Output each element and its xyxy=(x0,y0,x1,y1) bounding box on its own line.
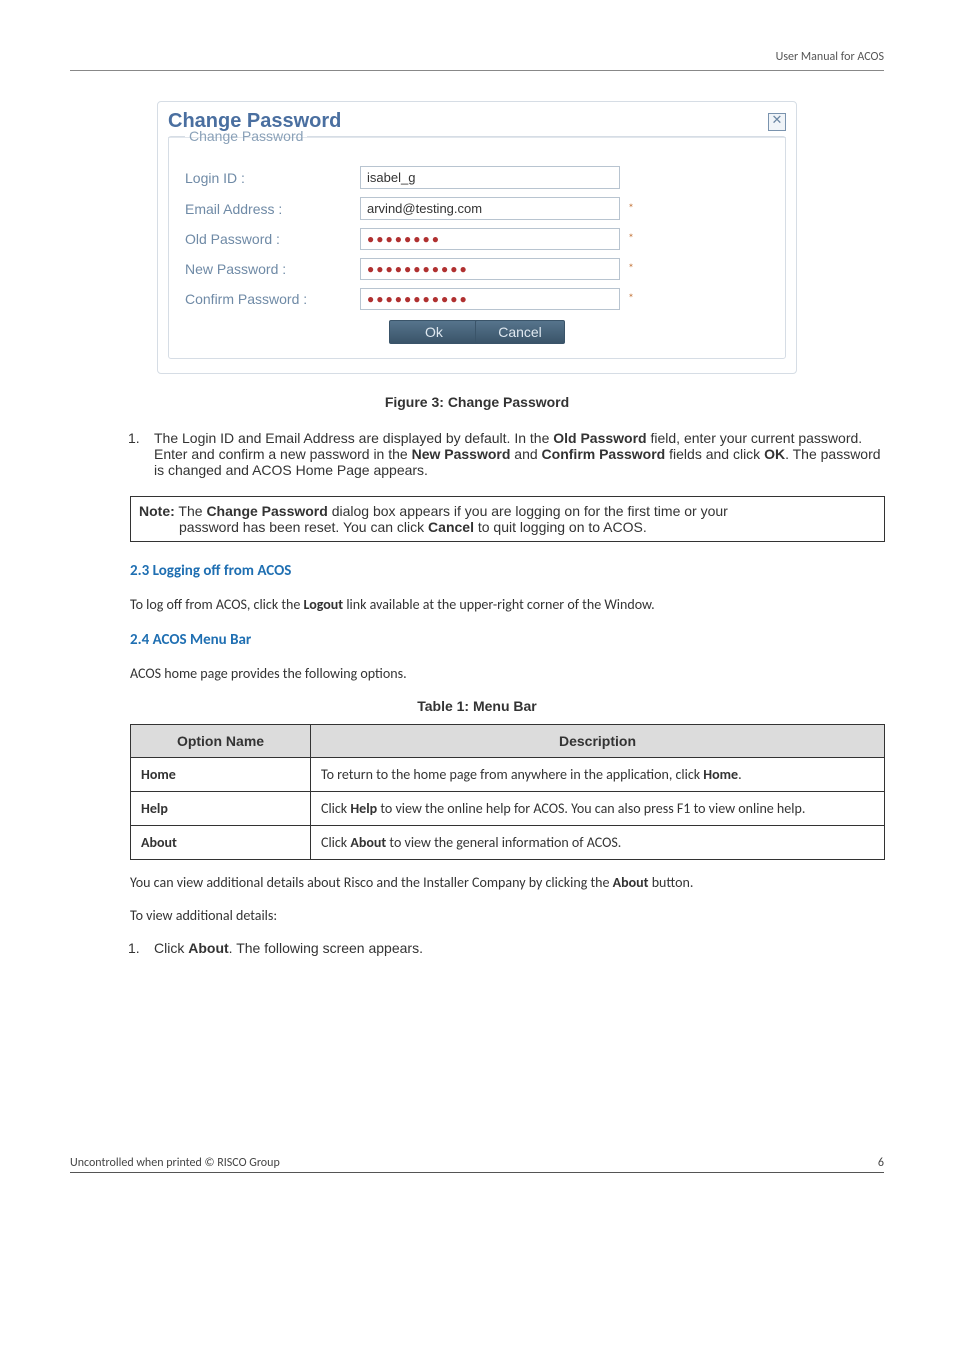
required-asterisk-icon: * xyxy=(628,292,634,306)
ordered-list-item: 1.The Login ID and Email Address are dis… xyxy=(70,430,884,478)
required-asterisk-icon: * xyxy=(628,262,634,276)
login-id-input[interactable]: isabel_g xyxy=(360,166,620,189)
email-input[interactable]: arvind@testing.com xyxy=(360,197,620,220)
note-box: Note: The Change Password dialog box app… xyxy=(130,496,885,542)
confirm-password-label: Confirm Password : xyxy=(185,291,360,307)
table-row: Help Click Help to view the online help … xyxy=(131,792,885,826)
required-asterisk-icon: * xyxy=(628,232,634,246)
list-marker: 1. xyxy=(128,430,154,446)
paragraph: To view additional details: xyxy=(130,907,884,924)
new-password-label: New Password : xyxy=(185,261,360,277)
footer: Uncontrolled when printed © RISCO Group … xyxy=(70,1156,884,1173)
table-row: Home To return to the home page from any… xyxy=(131,758,885,792)
table-row: About Click About to view the general in… xyxy=(131,826,885,860)
required-asterisk-icon: * xyxy=(628,202,634,216)
ok-button[interactable]: Ok xyxy=(389,320,479,344)
table-header-description: Description xyxy=(311,725,885,758)
paragraph: ACOS home page provides the following op… xyxy=(130,665,884,682)
email-label: Email Address : xyxy=(185,201,360,217)
menu-bar-table: Option Name Description Home To return t… xyxy=(130,724,885,860)
table-header-option: Option Name xyxy=(131,725,311,758)
old-password-label: Old Password : xyxy=(185,231,360,247)
header-right-text: User Manual for ACOS xyxy=(70,50,884,71)
section-heading-2-4: 2.4 ACOS Menu Bar xyxy=(130,631,884,649)
section-heading-2-3: 2.3 Logging off from ACOS xyxy=(130,562,884,580)
cancel-button[interactable]: Cancel xyxy=(475,320,565,344)
page-number: 6 xyxy=(878,1156,884,1170)
ordered-list-item: 1.Click About. The following screen appe… xyxy=(70,940,884,956)
login-id-label: Login ID : xyxy=(185,170,360,186)
fieldset-legend: Change Password xyxy=(185,128,307,144)
list-marker: 1. xyxy=(128,940,154,956)
change-password-dialog: Change Password ✕ Change Password Login … xyxy=(157,101,797,374)
footer-left: Uncontrolled when printed © RISCO Group xyxy=(70,1156,280,1170)
close-icon[interactable]: ✕ xyxy=(768,113,786,131)
paragraph: You can view additional details about Ri… xyxy=(130,874,884,891)
table-caption: Table 1: Menu Bar xyxy=(70,698,884,714)
figure-caption: Figure 3: Change Password xyxy=(70,394,884,410)
old-password-input[interactable]: ●●●●●●●● xyxy=(360,228,620,250)
confirm-password-input[interactable]: ●●●●●●●●●●● xyxy=(360,288,620,310)
paragraph: To log off from ACOS, click the Logout l… xyxy=(130,596,884,613)
new-password-input[interactable]: ●●●●●●●●●●● xyxy=(360,258,620,280)
